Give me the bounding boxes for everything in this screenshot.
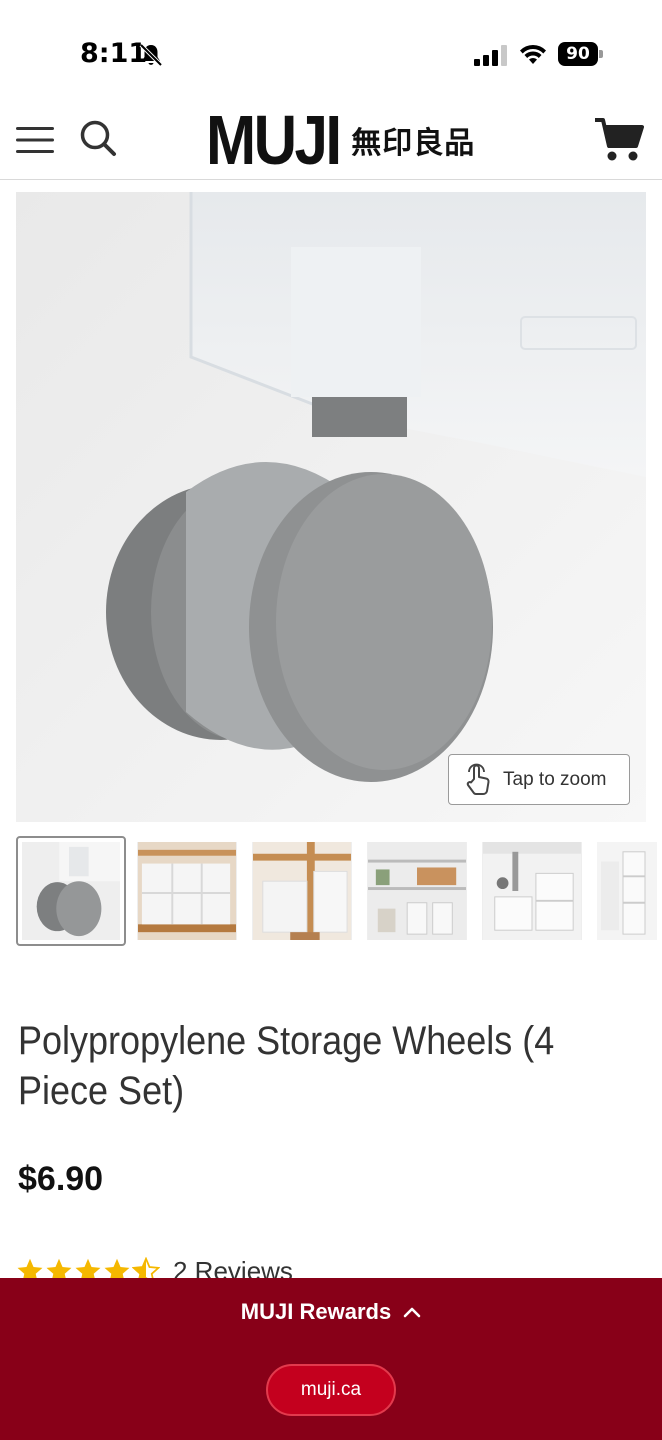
bell-off-icon [139,43,163,67]
thumbnail-5[interactable] [482,842,582,940]
battery-level: 90 [558,42,598,66]
thumbnail-3[interactable] [252,842,352,940]
rewards-bar: MUJI Rewards muji.ca [0,1278,662,1440]
chevron-up-icon [403,1307,421,1318]
cellular-signal-icon [474,45,507,66]
rewards-toggle[interactable]: MUJI Rewards [0,1294,662,1330]
site-header: MUJI 無印良品 [0,100,662,180]
muji-logo[interactable]: MUJI 無印良品 [206,104,475,176]
hamburger-menu-icon[interactable] [16,124,54,156]
site-link-button[interactable]: muji.ca [266,1364,396,1416]
thumbnail-2[interactable] [137,842,237,940]
status-bar: 8:11 90 [0,0,662,100]
product-title: Polypropylene Storage Wheels (4 Piece Se… [18,1019,555,1113]
thumbnail-4[interactable] [367,842,467,940]
zoom-label: Tap to zoom [503,768,607,790]
product-price: $6.90 [18,1160,104,1198]
thumbnail-6[interactable] [597,842,657,940]
tap-hand-icon [466,763,490,795]
cart-icon[interactable] [594,116,644,164]
thumbnail-1[interactable] [16,836,126,946]
search-icon[interactable] [78,118,118,158]
tap-to-zoom-button[interactable]: Tap to zoom [448,754,630,805]
logo-wordmark: MUJI [206,101,342,179]
product-main-image[interactable] [16,192,646,822]
logo-japanese: 無印良品 [351,126,476,161]
rewards-label: MUJI Rewards [240,1299,392,1324]
wifi-icon [520,44,546,64]
thumbnail-strip [16,836,662,946]
battery-icon: 90 [558,42,604,66]
